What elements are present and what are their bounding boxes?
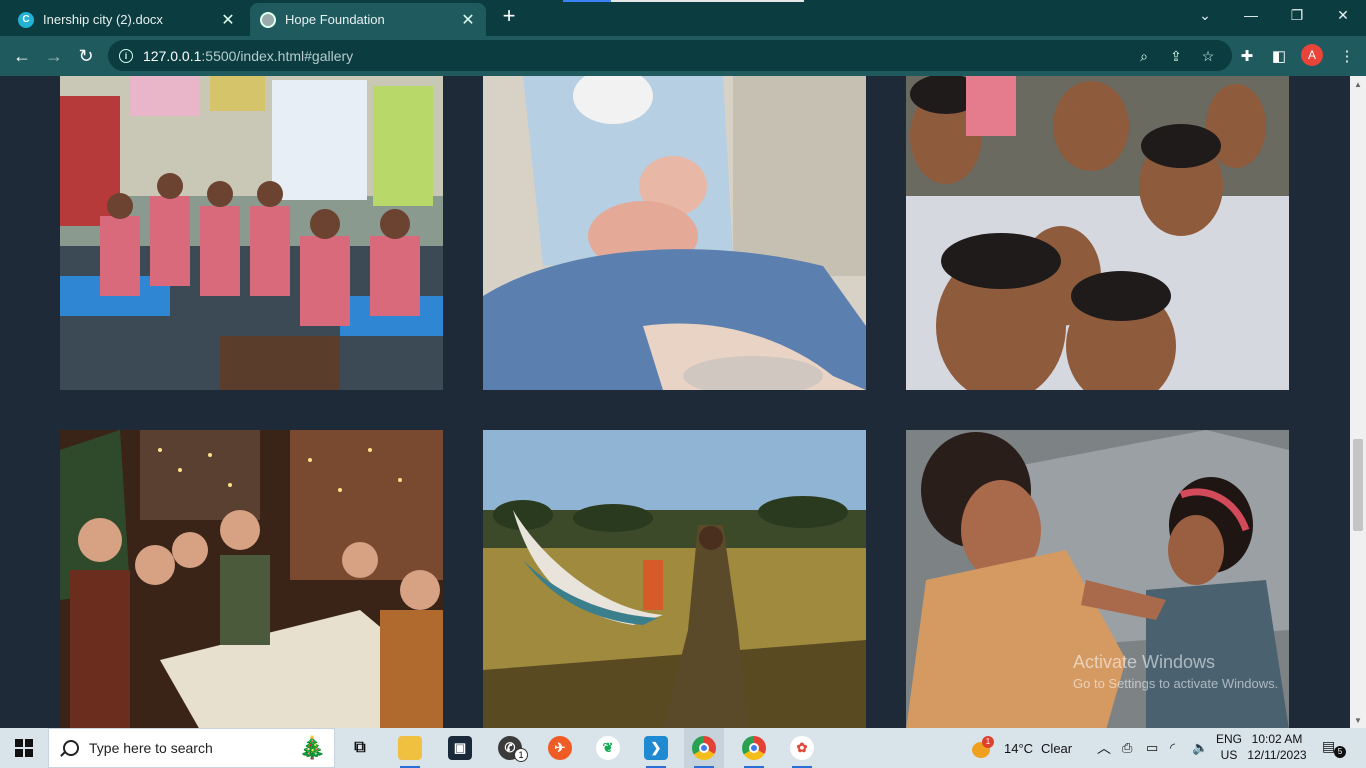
task-view-icon: ⧉ <box>354 739 366 756</box>
new-tab-button[interactable]: + <box>497 5 521 29</box>
restore-button[interactable]: ❐ <box>1274 0 1320 30</box>
tab-hope-foundation[interactable]: Hope Foundation ✕ <box>250 3 486 36</box>
scrollbar-thumb[interactable] <box>1353 439 1363 531</box>
broadcast-icon <box>260 11 276 28</box>
taskbar-paint-app[interactable]: ✿ <box>782 728 822 768</box>
windows-start-button[interactable] <box>0 728 48 768</box>
reload-button[interactable]: ↻ <box>72 42 100 70</box>
notification-center-button[interactable]: ▤ 5 <box>1322 738 1346 758</box>
back-button[interactable]: ← <box>8 42 36 70</box>
whatsapp-badge: 1 <box>514 748 528 762</box>
gallery-image-classroom[interactable] <box>60 76 443 390</box>
profile-avatar[interactable]: A <box>1301 44 1323 66</box>
christmas-tree-icon: 🎄 <box>298 735 326 760</box>
taskbar-postman[interactable]: ✈ <box>540 728 580 768</box>
weather-moon-icon: 1 <box>972 736 996 758</box>
zoom-icon[interactable]: ⌕ <box>1135 47 1153 65</box>
clock-time: 10:02 AM <box>1251 732 1303 746</box>
chrome-icon <box>742 736 766 760</box>
volume-icon[interactable]: 🔈 <box>1192 728 1208 768</box>
extensions-icon[interactable]: ✚ <box>1237 46 1257 66</box>
paint-icon: ✿ <box>790 736 814 760</box>
taskbar-vscode[interactable]: ❯ <box>636 728 676 768</box>
close-window-button[interactable]: ✕ <box>1320 0 1366 30</box>
clock-date: 12/11/2023 <box>1247 748 1307 762</box>
notification-count-badge: 5 <box>1334 746 1346 758</box>
activate-windows-watermark: Activate Windows Go to Settings to activ… <box>1073 652 1278 691</box>
gallery-image-newborn[interactable] <box>483 76 866 390</box>
wifi-icon[interactable]: ◜ <box>1170 728 1175 768</box>
browser-toolbar: ← → ↻ i 127.0.0.1:5500/index.html#galler… <box>0 36 1366 76</box>
tab-search-chevron-icon[interactable]: ⌄ <box>1182 0 1228 30</box>
taskbar-clock[interactable]: 10:02 AM 12/11/2023 <box>1247 731 1307 763</box>
task-view-button[interactable]: ⧉ <box>340 728 380 768</box>
tab-inership-docx[interactable]: C Inership city (2).docx ✕ <box>8 3 246 36</box>
browser-tab-bar: C Inership city (2).docx ✕ Hope Foundati… <box>0 0 1366 36</box>
scroll-down-arrow-icon[interactable]: ▼ <box>1350 712 1366 728</box>
page-scrollbar[interactable]: ▲ ▼ <box>1350 76 1366 728</box>
taskbar-whatsapp[interactable]: ✆ 1 <box>490 728 530 768</box>
vscode-icon: ❯ <box>644 736 668 760</box>
taskbar-chrome-second[interactable] <box>734 728 774 768</box>
gallery-image-children-group[interactable] <box>906 76 1289 390</box>
address-bar[interactable]: i 127.0.0.1:5500/index.html#gallery <box>108 40 1232 71</box>
search-placeholder: Type here to search <box>89 740 213 756</box>
taskbar-chrome-active[interactable] <box>684 728 724 768</box>
taskbar-mongodb-compass[interactable]: ❦ <box>588 728 628 768</box>
chrome-icon <box>692 736 716 760</box>
input-language[interactable]: ENG US <box>1216 731 1242 763</box>
terminal-app-icon: ▣ <box>448 736 472 760</box>
share-icon[interactable]: ⇪ <box>1167 47 1185 65</box>
gallery-image-family-dinner[interactable] <box>60 430 443 728</box>
mongodb-leaf-icon: ❦ <box>596 736 620 760</box>
site-info-icon[interactable]: i <box>119 48 133 63</box>
tray-chevron-icon[interactable]: ︿ <box>1097 728 1111 768</box>
tab-title: Hope Foundation <box>285 12 385 27</box>
close-tab-icon[interactable]: ✕ <box>460 10 476 30</box>
meet-now-icon[interactable]: ⎙ <box>1122 728 1132 768</box>
forward-button[interactable]: → <box>40 42 68 70</box>
loading-bar <box>563 0 804 2</box>
battery-icon[interactable]: ▭ <box>1146 728 1158 768</box>
menu-kebab-icon[interactable]: ⋮ <box>1337 46 1357 66</box>
scroll-up-arrow-icon[interactable]: ▲ <box>1350 76 1366 92</box>
weather-widget[interactable]: 1 14°C Clear <box>972 728 1072 768</box>
search-icon <box>63 740 79 756</box>
minimize-button[interactable]: — <box>1228 0 1274 30</box>
taskbar-app-terminal[interactable]: ▣ <box>440 728 480 768</box>
watermark-subtitle: Go to Settings to activate Windows. <box>1073 676 1279 691</box>
bookmark-star-icon[interactable]: ☆ <box>1199 47 1217 65</box>
tab-title: Inership city (2).docx <box>43 12 163 27</box>
weather-temp: 14°C <box>1004 740 1034 756</box>
folder-icon <box>398 736 422 760</box>
canva-icon: C <box>18 11 34 28</box>
watermark-title: Activate Windows <box>1073 652 1216 672</box>
page-viewport: Activate Windows Go to Settings to activ… <box>0 76 1350 728</box>
weather-condition: Clear <box>1041 740 1073 756</box>
windows-logo-icon <box>15 739 33 757</box>
close-tab-icon[interactable]: ✕ <box>220 10 236 30</box>
side-panel-icon[interactable]: ◧ <box>1269 46 1289 66</box>
address-url: 127.0.0.1:5500/index.html#gallery <box>143 47 354 64</box>
taskbar-file-explorer[interactable] <box>390 728 430 768</box>
windows-taskbar: Type here to search 🎄 ⧉ ▣ ✆ 1 ✈ ❦ ❯ ✿ 1 … <box>0 728 1366 768</box>
gallery-image-beach-boat[interactable] <box>483 430 866 728</box>
taskbar-search-box[interactable]: Type here to search 🎄 <box>48 728 335 768</box>
weather-alert-badge: 1 <box>982 736 994 748</box>
postman-icon: ✈ <box>548 736 572 760</box>
